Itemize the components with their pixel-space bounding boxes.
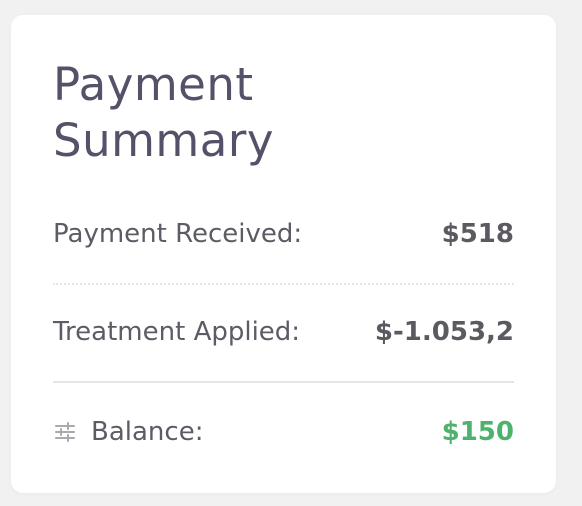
treatment-applied-label: Treatment Applied: [53, 317, 301, 347]
payment-summary-card: Payment Summary Payment Received: $518 T… [11, 15, 556, 493]
card-title: Payment Summary [53, 58, 274, 167]
treatment-applied-value: $-1.053,2 [374, 317, 514, 347]
dotted-divider [53, 283, 514, 285]
balance-label: Balance: [91, 417, 204, 447]
treatment-applied-row: Treatment Applied: $-1.053,2 [53, 312, 514, 352]
sliders-icon [53, 420, 77, 444]
payment-received-value: $518 [441, 219, 514, 249]
balance-label-wrap: Balance: [53, 417, 203, 447]
payment-received-label: Payment Received: [53, 219, 303, 249]
balance-value: $150 [441, 417, 514, 447]
payment-received-row: Payment Received: $518 [53, 214, 514, 254]
balance-row: Balance: $150 [53, 412, 514, 452]
solid-divider [53, 381, 514, 383]
